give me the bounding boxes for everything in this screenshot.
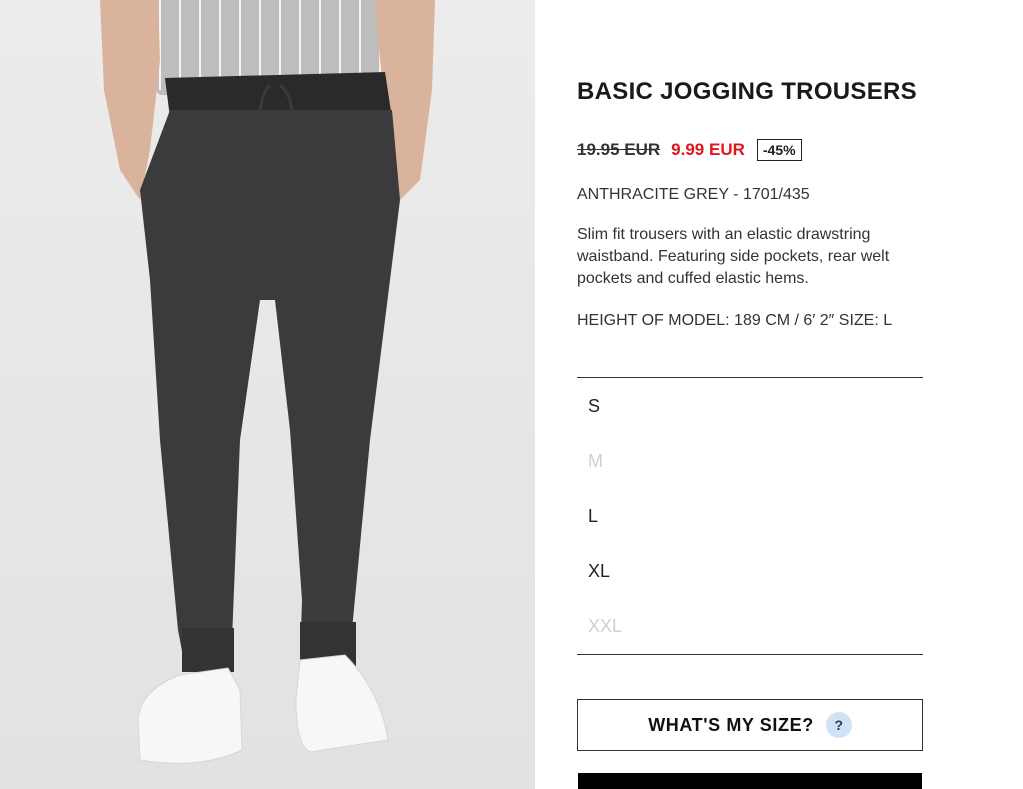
sale-price: 9.99 EUR: [671, 140, 745, 159]
old-price: 19.95 EUR: [577, 140, 661, 159]
size-option-m[interactable]: M: [588, 451, 603, 472]
size-option-l[interactable]: L: [588, 506, 598, 527]
discount-badge: -45%: [756, 139, 802, 161]
jogging-trousers-photo: [100, 0, 435, 764]
whats-my-size-label: WHAT'S MY SIZE?: [648, 714, 814, 735]
size-option-xxl[interactable]: XXL: [588, 616, 622, 637]
size-option-s[interactable]: S: [588, 396, 600, 417]
size-option-xl[interactable]: XL: [588, 561, 610, 582]
help-icon[interactable]: ?: [825, 712, 852, 738]
whats-my-size-button[interactable]: WHAT'S MY SIZE? ?: [577, 699, 923, 751]
product-details: BASIC JOGGING TROUSERS 19.95 EUR 9.99 EU…: [577, 0, 923, 789]
price-row: 19.95 EUR 9.99 EUR -45%: [577, 139, 802, 161]
color-reference: ANTHRACITE GREY - 1701/435: [577, 186, 810, 203]
model-info: HEIGHT OF MODEL: 189 CM / 6′ 2″ SIZE: L: [577, 312, 893, 329]
size-selector: S M L XL XXL: [577, 377, 923, 655]
product-image[interactable]: [0, 0, 535, 789]
product-title: BASIC JOGGING TROUSERS: [577, 78, 917, 105]
product-description: Slim fit trousers with an elastic drawst…: [577, 226, 890, 287]
add-to-cart-button[interactable]: [578, 773, 922, 789]
